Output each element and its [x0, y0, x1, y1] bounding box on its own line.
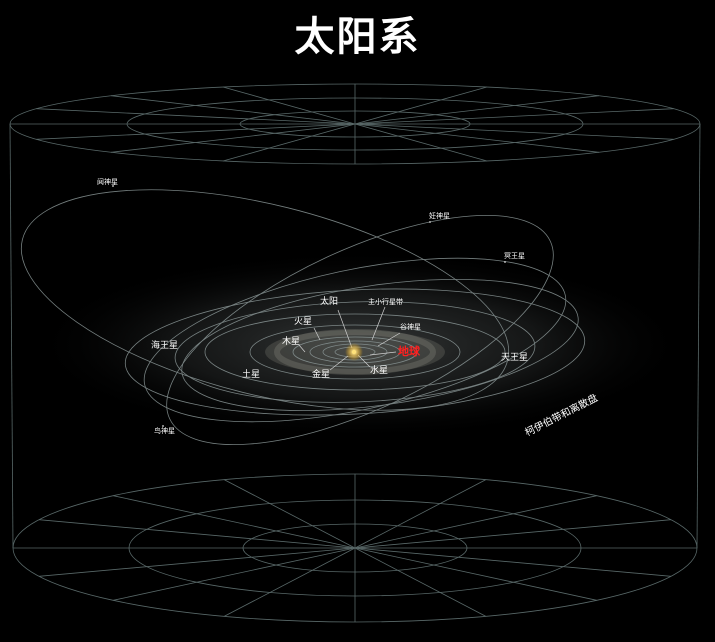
label-saturn: 土星 — [242, 370, 261, 380]
bottom-disc-spoke — [113, 547, 356, 601]
top-disc-spoke — [354, 95, 600, 125]
label-makemake: 妊神星 — [429, 212, 450, 220]
label-eris: 阋神星 — [97, 178, 118, 186]
bottom-disc-spoke — [38, 519, 356, 549]
label-mercury: 水星 — [370, 366, 389, 376]
bottom-disc-spoke — [354, 547, 597, 601]
pluto-dot — [504, 261, 506, 263]
label-earth: 地球 — [398, 345, 420, 358]
bottom-disc-spoke — [354, 495, 597, 549]
label-mars: 火星 — [294, 317, 313, 327]
top-disc-spoke — [110, 95, 356, 125]
label-venus: 金星 — [312, 370, 331, 380]
label-asteroid-belt: 主小行星带 — [368, 298, 403, 306]
cylinder-right-edge — [696, 123, 701, 549]
bottom-disc-spoke — [354, 519, 672, 549]
label-neptune: 海王星 — [151, 341, 179, 351]
cylinder-left-edge — [9, 123, 14, 549]
label-pluto: 冥王星 — [504, 252, 525, 260]
top-disc-spoke — [354, 123, 600, 153]
top-disc-spokes — [10, 84, 700, 164]
bottom-disc-spoke — [113, 495, 356, 549]
makemake-dot — [429, 221, 431, 223]
bottom-disc-spokes — [13, 474, 697, 622]
label-ceres: 谷神星 — [400, 323, 421, 331]
page-title: 太阳系 — [294, 14, 421, 60]
label-jupiter: 木星 — [282, 337, 301, 347]
solar-system-diagram: 太阳系 阋神星 妊神星 冥王星 太阳 主小行星带 火星 谷神星 木星 地球 海王… — [0, 0, 715, 642]
sun-core — [351, 349, 357, 355]
label-haumea: 鸟神星 — [154, 427, 175, 435]
bottom-disc-spoke — [38, 547, 356, 577]
top-disc-spoke — [110, 123, 356, 153]
diagram-canvas — [9, 83, 701, 623]
bottom-disc-spoke — [354, 547, 672, 577]
label-uranus: 天王星 — [501, 353, 529, 363]
label-sun: 太阳 — [320, 297, 339, 307]
